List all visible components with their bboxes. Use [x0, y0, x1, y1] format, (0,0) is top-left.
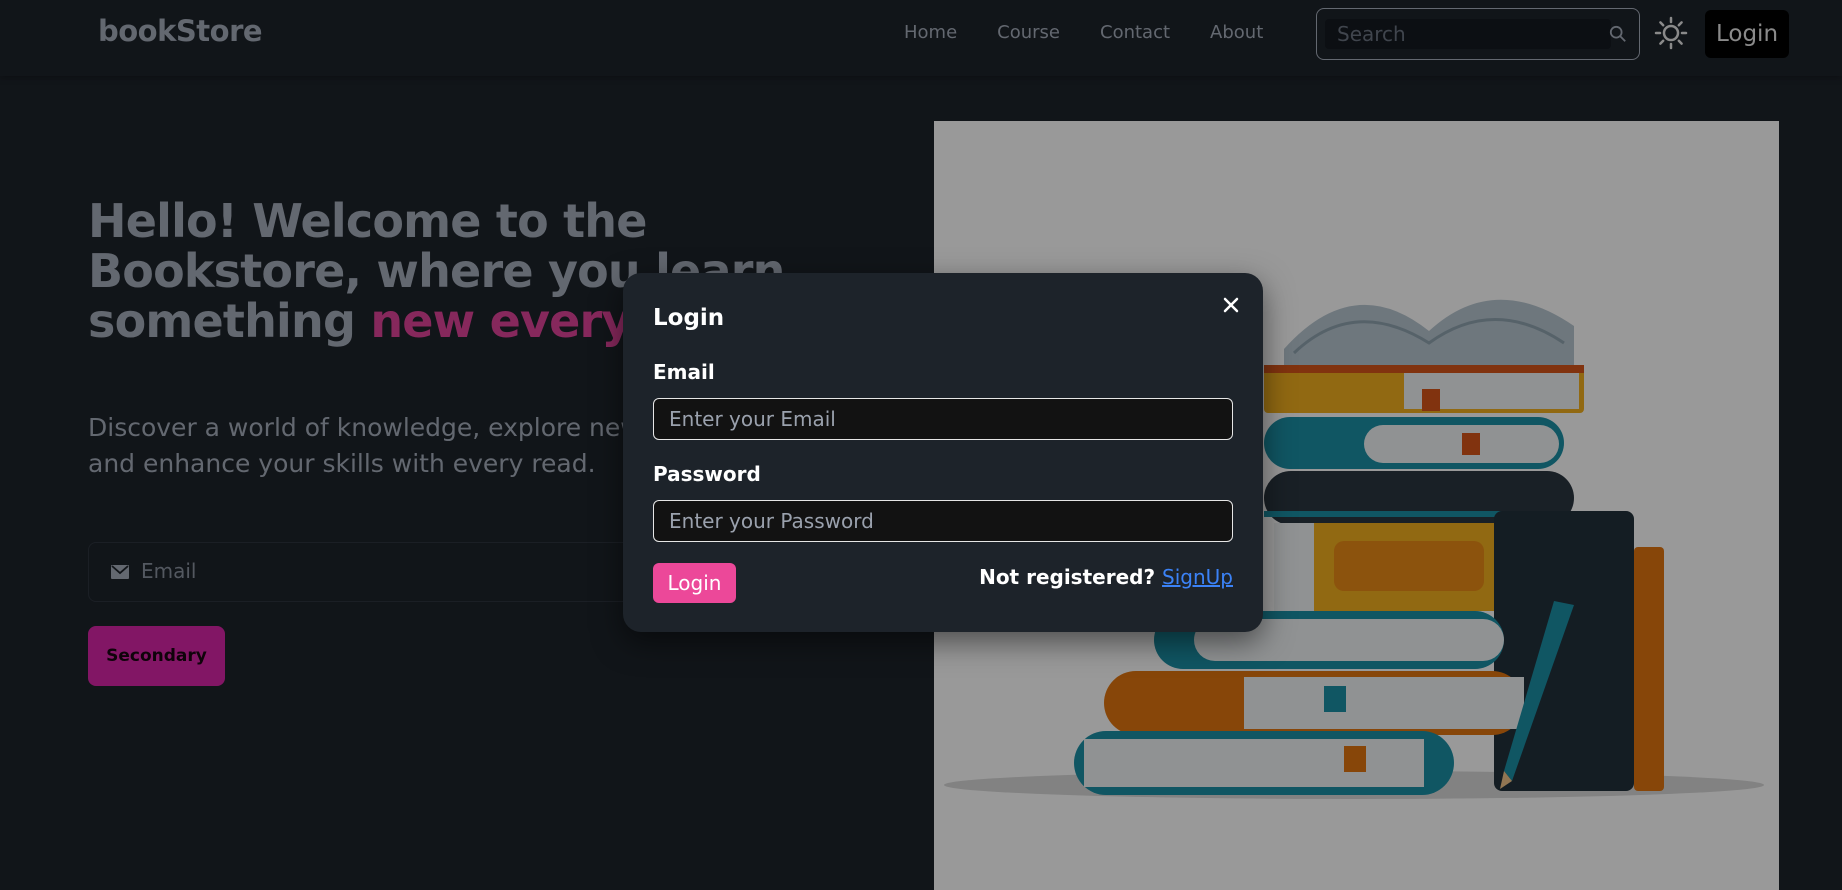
password-field[interactable]: Enter your Password	[653, 500, 1233, 542]
signup-link[interactable]: SignUp	[1162, 565, 1233, 589]
email-label: Email	[653, 360, 715, 384]
password-label: Password	[653, 462, 761, 486]
modal-login-button[interactable]: Login	[653, 563, 736, 603]
email-field[interactable]: Enter your Email	[653, 398, 1233, 440]
login-modal: Login Email Enter your Email Password En…	[623, 273, 1263, 632]
modal-title: Login	[653, 305, 725, 331]
not-registered-label: Not registered?	[979, 565, 1156, 589]
not-registered-text: Not registered? SignUp	[979, 565, 1233, 589]
close-icon[interactable]	[1219, 293, 1243, 317]
